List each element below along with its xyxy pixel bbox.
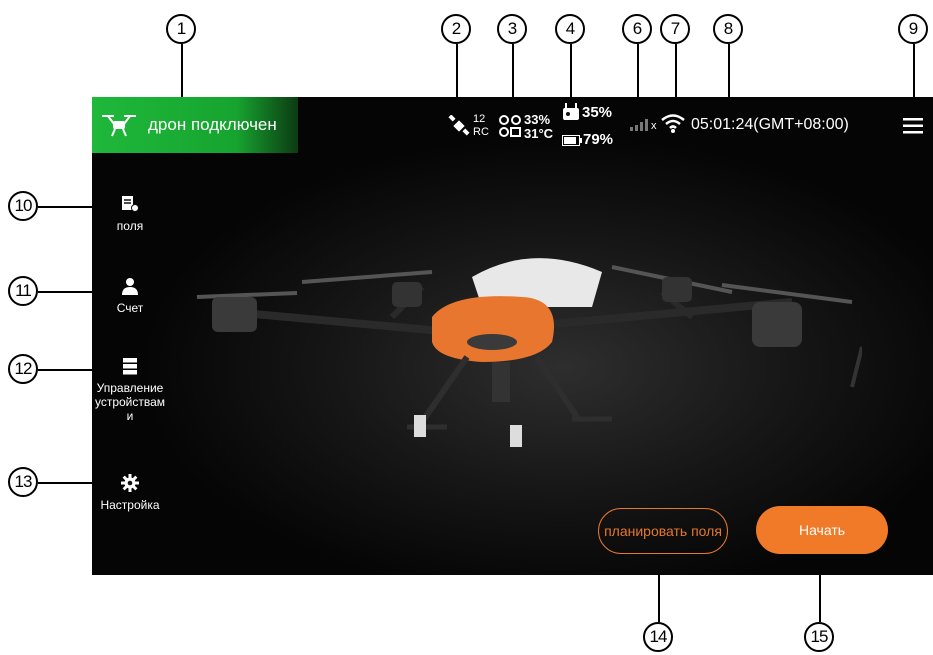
callout-11: 11 bbox=[8, 276, 38, 306]
user-icon bbox=[122, 278, 138, 295]
signal-x-mark: x bbox=[651, 120, 657, 132]
callout-6: 6 bbox=[622, 14, 652, 44]
drone-battery-percent: 33% bbox=[524, 112, 551, 127]
callout-8: 8 bbox=[713, 14, 743, 44]
callout-12: 12 bbox=[8, 354, 38, 384]
battery-icon bbox=[562, 135, 582, 146]
leader-line-2 bbox=[456, 44, 458, 100]
cellular-signal-icon bbox=[630, 119, 648, 131]
sidebar-item-account-label: Счет bbox=[116, 301, 144, 315]
start-button[interactable]: Начать bbox=[756, 506, 888, 554]
sidebar-item-settings-label: Настройка bbox=[100, 498, 160, 512]
leader-line-7 bbox=[675, 44, 677, 100]
sidebar-item-device-management[interactable]: Управление устройствам и bbox=[92, 357, 168, 423]
device-list-icon bbox=[123, 358, 137, 375]
satellite-icon bbox=[448, 115, 470, 136]
rc-battery-percent: 35% bbox=[582, 104, 613, 121]
sidebar-item-fields-label: поля bbox=[116, 219, 144, 233]
satellite-count: 12 bbox=[473, 113, 486, 125]
leader-line-10 bbox=[38, 206, 100, 208]
leader-line-1 bbox=[181, 44, 183, 100]
connection-status-banner[interactable]: дрон подключен bbox=[92, 97, 298, 153]
drone-temperature: 31°C bbox=[524, 126, 554, 141]
leader-line-11 bbox=[38, 291, 100, 293]
leader-line-8 bbox=[728, 44, 730, 100]
callout-9: 9 bbox=[898, 14, 928, 44]
gear-icon bbox=[121, 474, 139, 492]
drone-image bbox=[196, 258, 862, 447]
field-doc-icon bbox=[122, 196, 139, 212]
callout-3: 3 bbox=[497, 14, 527, 44]
callout-14: 14 bbox=[643, 622, 673, 652]
app-screen: дрон подключен 12 RC 33% 31°C 35% 79% x bbox=[92, 97, 933, 575]
leader-line-13 bbox=[38, 482, 100, 484]
callout-15: 15 bbox=[804, 622, 834, 652]
sidebar-item-account[interactable]: Счет bbox=[92, 277, 168, 315]
drone-icon bbox=[102, 115, 136, 137]
remote-controller-icon bbox=[563, 103, 579, 120]
callout-13: 13 bbox=[8, 467, 38, 497]
wifi-icon bbox=[661, 114, 685, 133]
sidebar-item-device-management-label: Управление устройствам и bbox=[94, 381, 166, 423]
sidebar-item-fields[interactable]: поля bbox=[92, 195, 168, 233]
clock-time: 05:01:24(GMT+08:00) bbox=[691, 116, 849, 133]
drone-status-icon bbox=[499, 115, 521, 137]
callout-2: 2 bbox=[441, 14, 471, 44]
callout-1: 1 bbox=[166, 14, 196, 44]
plan-field-button[interactable]: планировать поля bbox=[598, 508, 728, 554]
rc-label: RC bbox=[473, 126, 489, 138]
phone-battery-percent: 79% bbox=[583, 131, 614, 148]
menu-icon[interactable] bbox=[903, 118, 923, 134]
callout-7: 7 bbox=[660, 14, 690, 44]
callout-10: 10 bbox=[8, 191, 38, 221]
callout-4: 4 bbox=[555, 14, 585, 44]
connection-status-text: дрон подключен bbox=[148, 115, 277, 134]
sidebar-item-settings[interactable]: Настройка bbox=[92, 474, 168, 512]
leader-line-12 bbox=[38, 369, 100, 371]
leader-line-4 bbox=[570, 44, 572, 100]
leader-line-3 bbox=[512, 44, 514, 100]
